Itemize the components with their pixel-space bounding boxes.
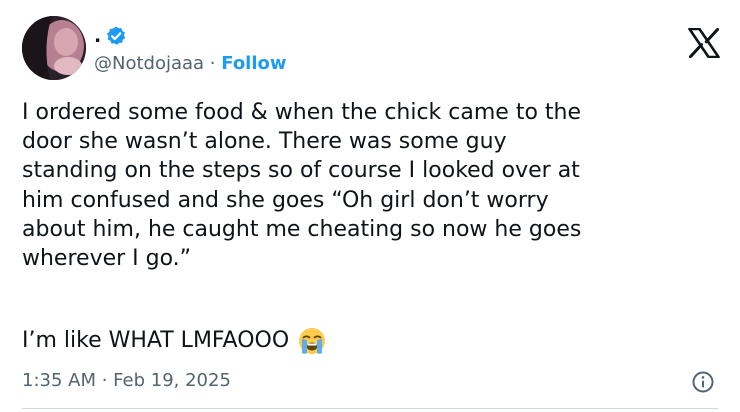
- display-name-row: .: [94, 24, 287, 48]
- loudly-crying-face-icon: [297, 326, 327, 356]
- handle-separator: ·: [204, 53, 222, 74]
- handle-row: @Notdojaaa · Follow: [94, 51, 287, 77]
- divider: [22, 408, 718, 409]
- author-header: . @Notdojaaa · Follow: [94, 24, 287, 77]
- avatar[interactable]: [22, 16, 86, 80]
- display-name[interactable]: .: [94, 24, 101, 48]
- tweet-card: . @Notdojaaa · Follow I ordered some foo…: [0, 0, 740, 412]
- post-timestamp[interactable]: 1:35 AM · Feb 19, 2025: [22, 368, 231, 394]
- tweet-text: I ordered some food & when the chick cam…: [22, 100, 582, 272]
- tweet-text-second: I’m like WHAT LMFAOOO: [22, 326, 327, 356]
- x-logo-icon[interactable]: [688, 27, 720, 59]
- author-handle[interactable]: @Notdojaaa: [94, 53, 204, 74]
- tweet-text-second-line: I’m like WHAT LMFAOOO: [22, 328, 290, 353]
- avatar-image: [22, 16, 86, 80]
- info-icon[interactable]: [691, 370, 715, 394]
- follow-button[interactable]: Follow: [221, 53, 286, 74]
- verified-badge-icon: [105, 25, 127, 47]
